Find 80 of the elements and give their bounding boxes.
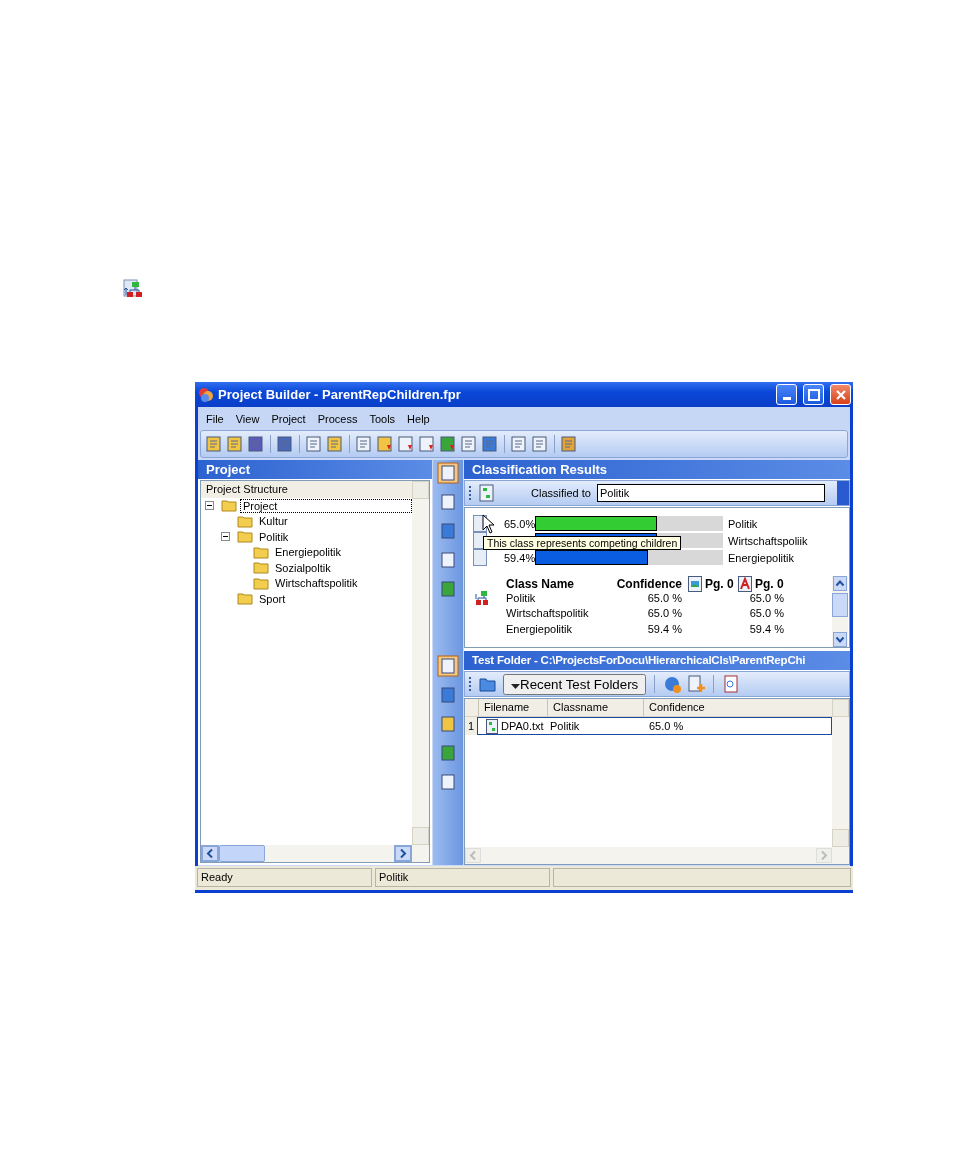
scroll-right-icon[interactable] xyxy=(394,845,412,862)
add-document-icon[interactable] xyxy=(687,675,706,693)
table-cell-text: 59.4 % xyxy=(646,622,682,637)
column-header: Pg. 0 xyxy=(755,576,784,591)
image-document-icon xyxy=(688,575,702,592)
table-cell-text: 65.0 % xyxy=(646,591,682,606)
table-cell-text: Wirtschaftspolitik xyxy=(506,607,590,621)
scrollbar[interactable] xyxy=(201,845,429,862)
minimize-button[interactable] xyxy=(776,384,797,405)
collapse-icon[interactable] xyxy=(221,532,230,542)
percentage: 65.0% xyxy=(504,517,534,530)
pointer-cursor-icon xyxy=(482,514,495,534)
tree-item[interactable]: Wirtschaftspolitik xyxy=(272,576,361,591)
column-header: Class Name xyxy=(506,576,576,592)
table-cell-text: 65.0 % xyxy=(649,720,685,732)
table-cell-text: 65.0 % xyxy=(748,591,784,606)
column-header: Classname xyxy=(547,699,643,716)
tree-document-icon xyxy=(486,718,498,734)
collapse-icon[interactable] xyxy=(205,501,214,511)
scroll-down-icon[interactable] xyxy=(833,632,847,647)
folder-icon xyxy=(237,592,253,606)
table-cell-text: Energiepolitik xyxy=(506,622,574,637)
folder-icon xyxy=(253,545,269,559)
panel-title: Classification Results xyxy=(464,460,850,479)
scrollbar[interactable] xyxy=(832,699,849,847)
tree-item[interactable]: Energiepolitik xyxy=(272,545,345,560)
panel-title: Test Folder - C:\ProjectsForDocu\HierarchicalCls\ParentRepChi xyxy=(464,651,850,670)
menu-item[interactable]: File xyxy=(202,410,228,427)
table-cell-text: Politik xyxy=(550,720,581,732)
scrollbar[interactable] xyxy=(832,576,848,647)
scrollbar[interactable] xyxy=(412,481,429,845)
window-title: Project Builder - ParentRepChildren.fpr xyxy=(218,387,462,402)
row-number: 1 xyxy=(465,717,477,735)
menu-item[interactable]: Process xyxy=(313,410,362,427)
scroll-left-icon[interactable] xyxy=(201,845,219,862)
column-header: Confidence xyxy=(616,576,682,592)
status-text: Ready xyxy=(197,868,372,887)
column-header: Project Structure xyxy=(201,481,412,498)
close-icon xyxy=(834,388,847,401)
table-row[interactable]: DPA0.txt Politik 65.0 % xyxy=(477,717,832,735)
menu-item[interactable]: Tools xyxy=(365,410,400,427)
folder-icon xyxy=(237,514,253,528)
app-icon xyxy=(198,386,214,403)
tooltip: This class represents competing children xyxy=(483,536,682,550)
close-button[interactable] xyxy=(830,384,851,405)
minimize-icon xyxy=(782,396,791,400)
percentage: 59.4% xyxy=(504,551,534,564)
maximize-button[interactable] xyxy=(803,384,824,405)
classified-to-field[interactable]: Politik xyxy=(596,484,825,502)
tree-item[interactable]: Kultur xyxy=(256,514,291,529)
table-cell-text: 65.0 % xyxy=(748,607,784,621)
status-text: Politik xyxy=(375,868,550,887)
recent-folders-button[interactable]: Recent Test Folders xyxy=(503,673,647,695)
tree-item[interactable]: Politik xyxy=(256,529,292,544)
caret-icon xyxy=(511,682,520,689)
class-name: Wirtschaftspoliik xyxy=(728,534,808,547)
document-icon xyxy=(473,549,487,566)
menu-item[interactable]: Help xyxy=(403,410,434,427)
tree-item[interactable]: Project xyxy=(240,498,412,513)
folder-icon xyxy=(237,530,253,544)
table-cell-text: 65.0 % xyxy=(646,607,682,621)
folder-icon xyxy=(253,561,269,575)
tree-item[interactable]: Sozialpoltik xyxy=(272,560,334,575)
pdf-document-icon xyxy=(738,575,752,592)
class-name: Politik xyxy=(728,517,758,530)
menu-item[interactable]: Project xyxy=(267,410,310,427)
field-label: Classified to xyxy=(531,487,591,499)
table-cell-text: DPA0.txt xyxy=(501,720,545,732)
table-cell-text: 59.4 % xyxy=(748,622,784,637)
column-header: Pg. 0 xyxy=(705,576,734,591)
menu-item[interactable]: View xyxy=(231,410,264,427)
class-name: Energiepolitik xyxy=(728,551,795,564)
scroll-up-icon[interactable] xyxy=(833,576,847,591)
panel-title: Project xyxy=(198,460,432,479)
tree-document-icon[interactable] xyxy=(479,484,495,502)
table-cell-text: Politik xyxy=(506,591,537,606)
maximize-icon xyxy=(807,388,820,401)
column-header: Filename xyxy=(478,699,547,716)
tree-item[interactable]: Sport xyxy=(256,591,289,606)
folder-icon xyxy=(253,576,269,590)
